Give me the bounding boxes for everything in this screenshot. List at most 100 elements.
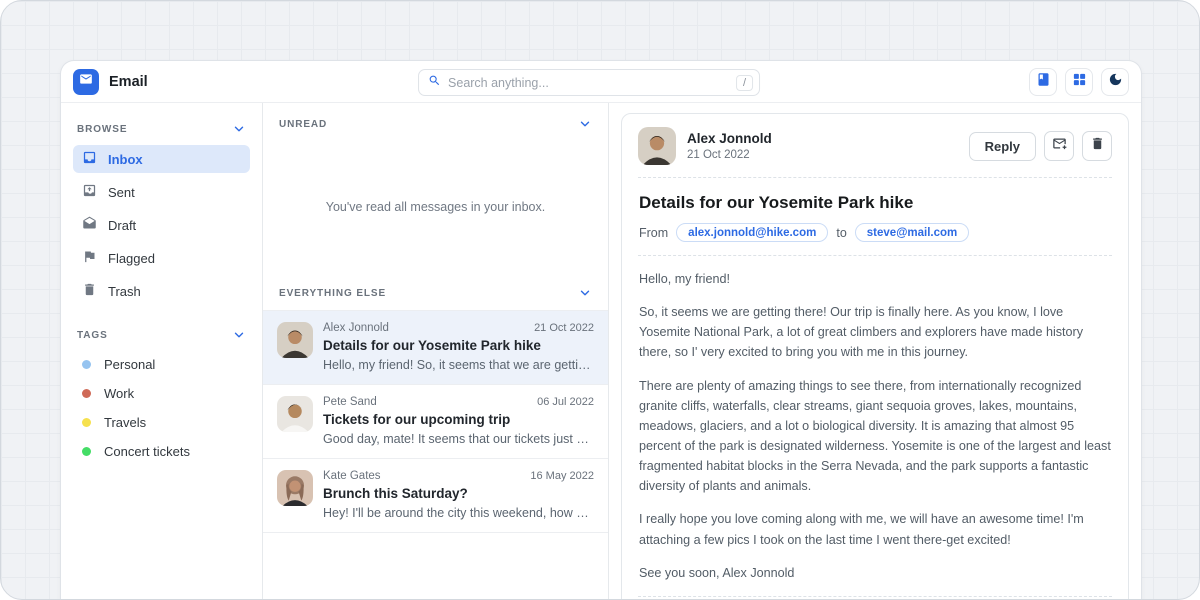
tags-label: TAGS	[77, 330, 108, 341]
search-bar: /	[418, 69, 760, 96]
browse-collapse-chevron-down-icon[interactable]	[232, 122, 246, 136]
envelope-icon	[79, 72, 93, 91]
mail-preview: Good day, mate! It seems that our ticket…	[323, 432, 594, 446]
avatar	[277, 396, 313, 432]
mail-date: 16 May 2022	[530, 470, 594, 482]
sidebar-item-trash[interactable]: Trash	[73, 277, 250, 305]
tag-item-work[interactable]: Work	[73, 380, 250, 407]
tags-collapse-chevron-down-icon[interactable]	[232, 328, 246, 342]
tag-dot	[82, 360, 91, 369]
mail-sender: Kate Gates	[323, 470, 381, 482]
mail-subject: Brunch this Saturday?	[323, 486, 594, 501]
everything-else-collapse-chevron-down-icon[interactable]	[578, 286, 592, 300]
from-email-chip[interactable]: alex.jonnold@hike.com	[676, 223, 828, 242]
tag-label: Work	[104, 386, 134, 401]
dark-mode-toggle[interactable]	[1101, 68, 1129, 96]
flag-icon	[82, 249, 97, 267]
top-bar: Email /	[61, 61, 1141, 103]
mail-preview: Hello, my friend! So, it seems that we a…	[323, 358, 594, 372]
book-icon	[1036, 72, 1051, 92]
sidebar-item-inbox[interactable]: Inbox	[73, 145, 250, 173]
from-to-row: From alex.jonnold@hike.com to steve@mail…	[639, 223, 1111, 242]
mail-date: 06 Jul 2022	[537, 396, 594, 408]
divider	[638, 596, 1112, 597]
tag-label: Concert tickets	[104, 444, 190, 459]
mail-date: 21 Oct 2022	[534, 322, 594, 334]
detail-subject: Details for our Yosemite Park hike	[639, 193, 1111, 213]
forward-to-inbox-icon	[1052, 136, 1067, 156]
sidebar-item-label: Sent	[108, 185, 135, 200]
detail-sender-name: Alex Jonnold	[687, 131, 772, 146]
body-paragraph: So, it seems we are getting there! Our t…	[639, 302, 1111, 362]
delete-button[interactable]	[1082, 131, 1112, 161]
browse-section-header: BROWSE	[73, 115, 250, 145]
unread-collapse-chevron-down-icon[interactable]	[578, 117, 592, 131]
mail-sender: Pete Sand	[323, 396, 377, 408]
reply-button[interactable]: Reply	[969, 132, 1036, 161]
trash-icon	[1090, 136, 1105, 156]
mail-list-item-pete[interactable]: Pete Sand 06 Jul 2022 Tickets for our up…	[263, 385, 608, 459]
topbar-actions	[1029, 68, 1129, 96]
unread-label: UNREAD	[279, 119, 327, 130]
divider	[638, 177, 1112, 178]
tags-section-header: TAGS	[73, 321, 250, 351]
tag-dot	[82, 418, 91, 427]
app-title: Email	[109, 74, 148, 90]
to-label: to	[836, 226, 846, 240]
mail-body: Hello, my friend! So, it seems we are ge…	[622, 269, 1128, 583]
body-paragraph: Hello, my friend!	[639, 269, 1111, 289]
mail-list-item-alex[interactable]: Alex Jonnold 21 Oct 2022 Details for our…	[263, 310, 608, 385]
body-paragraph: See you soon, Alex Jonnold	[639, 563, 1111, 583]
mail-subject: Tickets for our upcoming trip	[323, 412, 594, 427]
avatar	[638, 127, 676, 165]
inbox-icon	[82, 150, 97, 168]
tag-item-personal[interactable]: Personal	[73, 351, 250, 378]
mail-subject: Details for our Yosemite Park hike	[323, 338, 594, 353]
sidebar-item-label: Flagged	[108, 251, 155, 266]
forward-button[interactable]	[1044, 131, 1074, 161]
email-app-window: Email / BROW	[60, 60, 1142, 600]
moon-icon	[1108, 72, 1123, 92]
mail-sender: Alex Jonnold	[323, 322, 389, 334]
mail-list-column: UNREAD You've read all messages in your …	[263, 103, 609, 600]
avatar	[277, 470, 313, 506]
apps-grid-button[interactable]	[1065, 68, 1093, 96]
mail-detail-header: Alex Jonnold 21 Oct 2022 Reply	[622, 114, 1128, 177]
avatar	[277, 322, 313, 358]
sidebar-item-label: Draft	[108, 218, 136, 233]
mail-preview: Hey! I'll be around the city this weeken…	[323, 506, 594, 520]
app-logo-button[interactable]	[73, 69, 99, 95]
sidebar-item-label: Trash	[108, 284, 141, 299]
mail-list-item-kate[interactable]: Kate Gates 16 May 2022 Brunch this Satur…	[263, 459, 608, 533]
unread-section-header: UNREAD	[263, 103, 608, 141]
tag-dot	[82, 389, 91, 398]
tag-item-concert-tickets[interactable]: Concert tickets	[73, 438, 250, 465]
tag-dot	[82, 447, 91, 456]
trash-icon	[82, 282, 97, 300]
sidebar: BROWSE Inbox Sent Draft Flagged	[61, 103, 263, 600]
book-button[interactable]	[1029, 68, 1057, 96]
tag-item-travels[interactable]: Travels	[73, 409, 250, 436]
drafts-icon	[82, 216, 97, 234]
tag-label: Personal	[104, 357, 155, 372]
sidebar-item-label: Inbox	[108, 152, 143, 167]
detail-date: 21 Oct 2022	[687, 149, 772, 161]
sidebar-item-flagged[interactable]: Flagged	[73, 244, 250, 272]
outbox-icon	[82, 183, 97, 201]
everything-else-label: EVERYTHING ELSE	[279, 288, 386, 299]
from-label: From	[639, 226, 668, 240]
page-background: Email / BROW	[0, 0, 1200, 600]
sidebar-item-sent[interactable]: Sent	[73, 178, 250, 206]
sidebar-item-draft[interactable]: Draft	[73, 211, 250, 239]
body-paragraph: I really hope you love coming along with…	[639, 509, 1111, 549]
divider	[638, 255, 1112, 256]
mail-detail-column: Alex Jonnold 21 Oct 2022 Reply	[609, 103, 1141, 600]
search-input[interactable]	[448, 76, 736, 90]
search-shortcut-key: /	[736, 75, 753, 91]
body-paragraph: There are plenty of amazing things to se…	[639, 376, 1111, 497]
everything-else-section-header: EVERYTHING ELSE	[263, 272, 608, 310]
to-email-chip[interactable]: steve@mail.com	[855, 223, 969, 242]
unread-empty-message: You've read all messages in your inbox.	[263, 141, 608, 272]
mail-detail-card: Alex Jonnold 21 Oct 2022 Reply	[621, 113, 1129, 600]
tag-label: Travels	[104, 415, 146, 430]
